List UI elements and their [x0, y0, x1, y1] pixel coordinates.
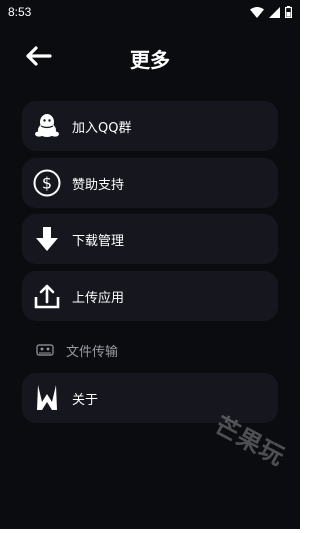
menu-item-label: 加入QQ群: [72, 120, 132, 136]
signal-icon: [269, 6, 280, 18]
wifi-icon: [250, 6, 264, 18]
app-screen: 8:53 更多 加入QQ群 $ 赞助支持 下载管理 上传应用 文件传输 关于 芒…: [0, 0, 300, 533]
menu-item-file-transfer[interactable]: 文件传输: [28, 335, 278, 365]
menu-item-download-manager[interactable]: 下载管理: [22, 214, 278, 264]
menu-item-label: 下载管理: [72, 233, 125, 249]
status-bar: 8:53: [0, 0, 300, 24]
menu-item-label: 关于: [72, 392, 99, 408]
header: 更多: [0, 40, 300, 76]
menu-item-label: 文件传输: [66, 344, 119, 360]
menu-item-join-qq-group[interactable]: 加入QQ群: [22, 101, 278, 151]
download-arrow-icon: [22, 214, 72, 264]
page-title: 更多: [130, 48, 170, 72]
file-transfer-icon: [28, 335, 62, 365]
app-logo-icon: [22, 373, 72, 423]
menu-item-sponsor[interactable]: $ 赞助支持: [22, 158, 278, 208]
status-time: 8:53: [8, 5, 32, 19]
status-icons: [250, 6, 292, 18]
svg-text:$: $: [42, 174, 52, 193]
menu-item-label: 上传应用: [72, 290, 125, 306]
menu-item-label: 赞助支持: [72, 177, 125, 193]
menu-item-upload-app[interactable]: 上传应用: [22, 271, 278, 321]
battery-icon: [285, 6, 292, 18]
upload-icon: [22, 271, 72, 321]
dollar-icon: $: [22, 158, 72, 208]
qq-penguin-icon: [22, 101, 72, 151]
